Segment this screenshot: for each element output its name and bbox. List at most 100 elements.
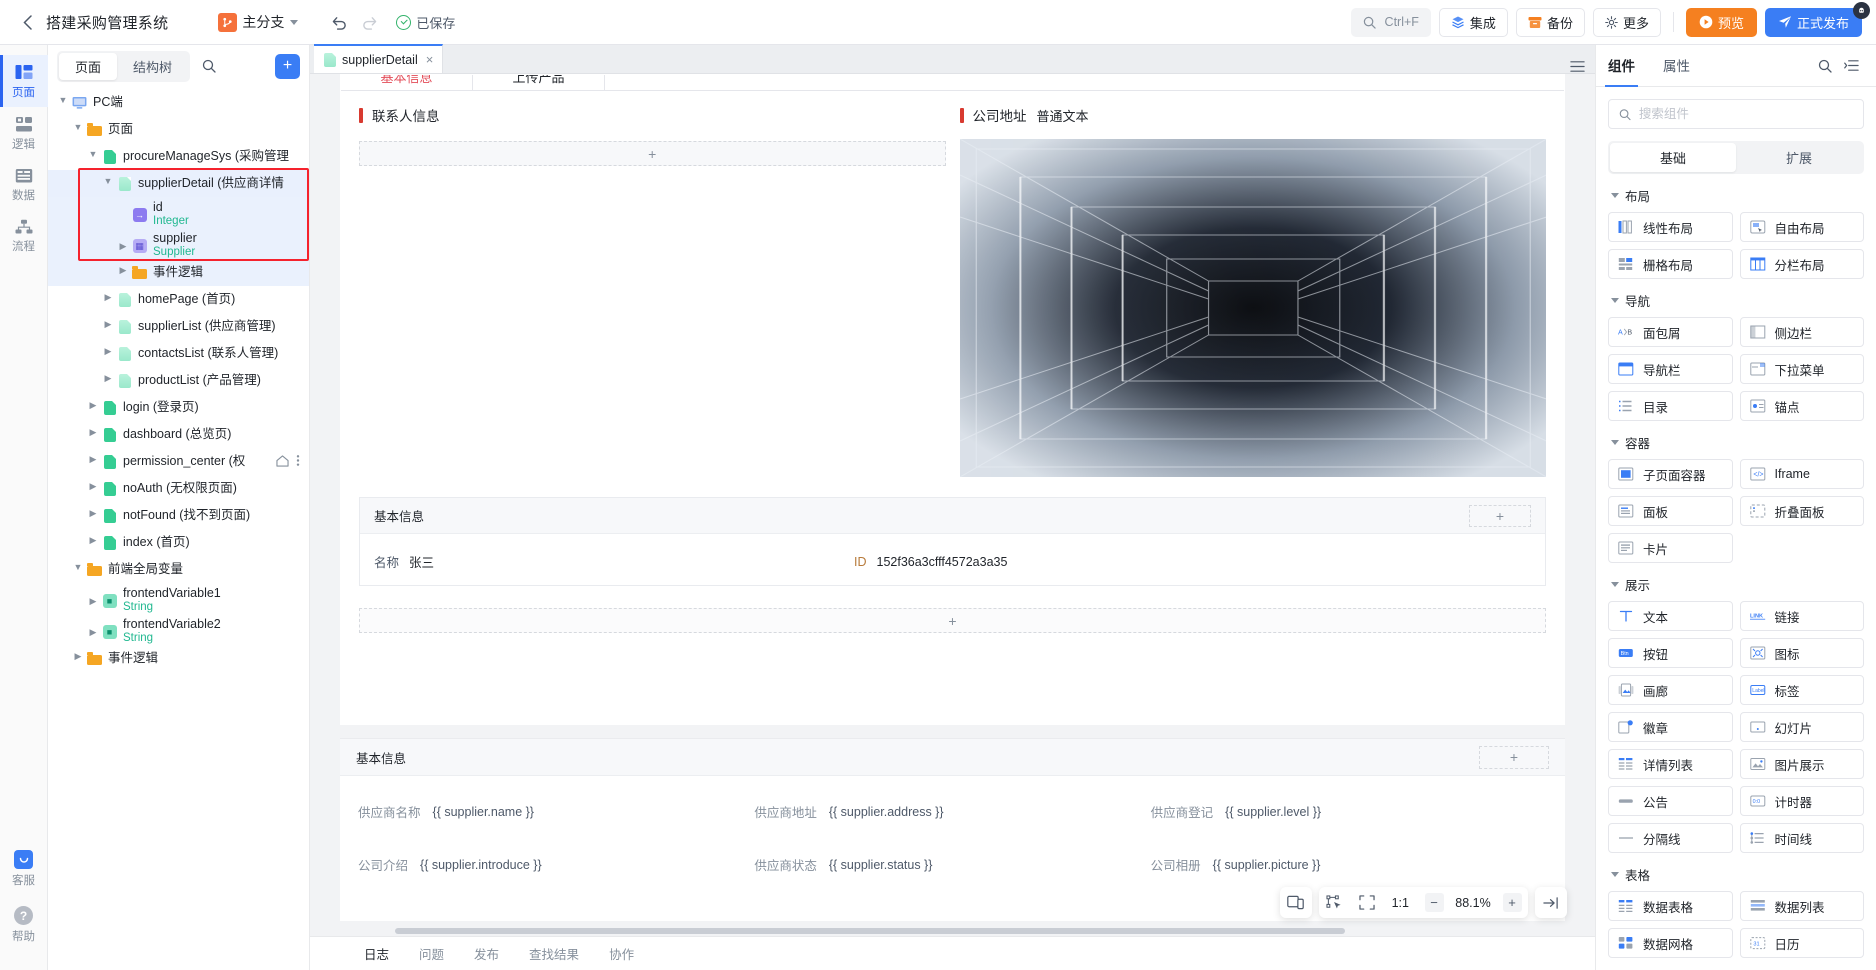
component-item[interactable]: 侧边栏 [1739,317,1864,347]
component-item[interactable]: LINK 链接 [1739,601,1864,631]
statusbar-item[interactable]: 协作 [609,944,634,963]
integrate-button[interactable]: 集成 [1438,7,1508,37]
component-search-input[interactable] [1638,107,1853,121]
chevron-right-icon[interactable]: ▶ [86,427,100,438]
component-item[interactable]: 幻灯片 [1739,712,1864,742]
expand-list-icon[interactable] [1838,53,1864,79]
publish-button[interactable]: 正式发布 [1764,7,1862,37]
more-icon[interactable] [296,454,300,470]
chevron-right-icon[interactable]: ▶ [101,346,115,357]
fit-screen-icon[interactable] [1351,887,1383,918]
chevron-right-icon[interactable]: ▶ [101,319,115,330]
more-button[interactable]: 更多 [1592,7,1661,37]
tree-node[interactable]: ▼ supplierDetail (供应商详情 [48,170,309,197]
component-item[interactable]: 数据列表 [1739,891,1864,921]
search-icon[interactable] [196,53,222,79]
form-field[interactable]: 供应商登记 {{ supplier.level }} [1151,802,1547,821]
tree-node[interactable]: ▶ noAuth (无权限页面) [48,475,309,502]
component-item[interactable]: 详情列表 [1608,749,1733,779]
component-item[interactable]: 画廊 [1608,675,1733,705]
component-item[interactable]: </> Iframe [1739,459,1864,489]
tree-node[interactable]: ▼ 页面 [48,116,309,143]
add-page-button[interactable]: + [275,53,300,79]
statusbar-item[interactable]: 问题 [419,944,444,963]
contact-drop-slot[interactable]: + [359,141,946,166]
page-inner-tab-upload[interactable]: 上传产品 [473,75,605,90]
tree-node[interactable]: ▶ notFound (找不到页面) [48,502,309,529]
component-groups[interactable]: 布局 线性布局 自由布局 栅格布局 分栏布局 导航 A B 面包屑 侧边栏 导航栏 下拉菜单 目录 锚点容… [1596,174,1876,970]
chevron-right-icon[interactable]: ▶ [116,265,130,276]
tree-node[interactable]: ▶→idInteger [48,197,309,228]
component-group-header[interactable]: 表格 [1608,853,1864,891]
tree-node[interactable]: ▶ supplierList (供应商管理) [48,313,309,340]
component-item[interactable]: 目录 [1608,391,1733,421]
tree-node[interactable]: ▶ permission_center (权 [48,448,309,475]
home-icon[interactable] [276,454,289,470]
rail-item-pages[interactable]: 页面 [0,55,48,107]
rail-item-help[interactable]: ? 帮助 [12,898,35,952]
chevron-right-icon[interactable]: ▶ [86,454,100,465]
chevron-down-icon[interactable]: ▼ [101,176,115,186]
tab-pages[interactable]: 页面 [59,52,118,80]
component-item[interactable]: 0:0 计时器 [1739,786,1864,816]
page-canvas[interactable]: 基本信息 上传产品 联系人信息 + 公司地址 普通文本 基本信息 + 名称 张三… [340,74,1565,725]
component-item[interactable]: 锚点 [1739,391,1864,421]
search-shortcut-button[interactable]: Ctrl+F [1350,7,1431,37]
tab-properties[interactable]: 属性 [1663,45,1690,87]
component-item[interactable]: Label 标签 [1739,675,1864,705]
component-item[interactable]: 折叠面板 [1739,496,1864,526]
statusbar-item[interactable]: 查找结果 [529,944,579,963]
chevron-right-icon[interactable]: ▶ [86,596,100,607]
tree-node[interactable]: ▶ productList (产品管理) [48,367,309,394]
chevron-right-icon[interactable]: ▶ [86,400,100,411]
page-tree[interactable]: ▼ PC端 ▼ 页面 ▼ procureManageSys (采购管理 ▼ supplierD… [48,87,309,970]
collapse-right-icon[interactable] [1535,887,1567,918]
canvas-bottom-drop-slot[interactable]: + [359,608,1546,633]
select-pointer-icon[interactable] [1319,887,1351,918]
component-group-header[interactable]: 展示 [1608,563,1864,601]
chevron-right-icon[interactable]: ▶ [101,292,115,303]
assistant-badge-icon[interactable] [1853,2,1870,19]
component-item[interactable]: 导航栏 [1608,354,1733,384]
zoom-100-button[interactable]: 1:1 [1383,896,1418,910]
component-item[interactable]: 图标 [1739,638,1864,668]
component-item[interactable]: Btn 按钮 [1608,638,1733,668]
tree-node[interactable]: ▶ login (登录页) [48,394,309,421]
component-item[interactable]: 自由布局 [1739,212,1864,242]
statusbar-item[interactable]: 日志 [364,944,389,963]
chevron-down-icon[interactable]: ▼ [71,562,85,572]
component-group-header[interactable]: 导航 [1608,279,1864,317]
tree-node[interactable]: ▶ dashboard (总览页) [48,421,309,448]
component-item[interactable]: 下拉菜单 [1739,354,1864,384]
list-icon[interactable] [1570,60,1595,73]
form-field[interactable]: 公司介绍 {{ supplier.introduce }} [358,855,754,874]
rail-item-support[interactable]: 客服 [12,842,35,896]
component-item[interactable]: 数据网格 [1608,928,1733,958]
component-item[interactable]: 卡片 [1608,533,1733,563]
component-item[interactable]: 栅格布局 [1608,249,1733,279]
scrollbar-thumb[interactable] [395,928,1345,934]
chevron-right-icon[interactable]: ▶ [101,373,115,384]
form-field[interactable]: 供应商名称 {{ supplier.name }} [358,802,754,821]
backup-button[interactable]: 备份 [1515,7,1585,37]
back-icon[interactable] [14,9,40,35]
rail-item-flow[interactable]: 流程 [0,210,48,261]
category-basic[interactable]: 基础 [1610,143,1736,172]
component-item[interactable]: 数据表格 [1608,891,1733,921]
component-item[interactable]: 时间线 [1739,823,1864,853]
page-inner-tab-basic[interactable]: 基本信息 [341,75,473,90]
component-search-box[interactable] [1608,99,1864,129]
statusbar-item[interactable]: 发布 [474,944,499,963]
zoom-out-button[interactable]: − [1418,887,1450,918]
tree-node[interactable]: ▶ homePage (首页) [48,286,309,313]
component-group-header[interactable]: 布局 [1608,174,1864,212]
component-item[interactable]: A B 面包屑 [1608,317,1733,347]
component-item[interactable]: 线性布局 [1608,212,1733,242]
preview-button[interactable]: 预览 [1685,7,1757,37]
tab-structure-tree[interactable]: 结构树 [117,53,188,80]
component-item[interactable]: 子页面容器 [1608,459,1733,489]
category-extended[interactable]: 扩展 [1736,143,1862,172]
rail-item-logic[interactable]: 逻辑 [0,107,48,159]
tree-node[interactable]: ▶ ■ frontendVariable1 String [48,583,309,614]
company-address-image[interactable] [959,139,1546,477]
